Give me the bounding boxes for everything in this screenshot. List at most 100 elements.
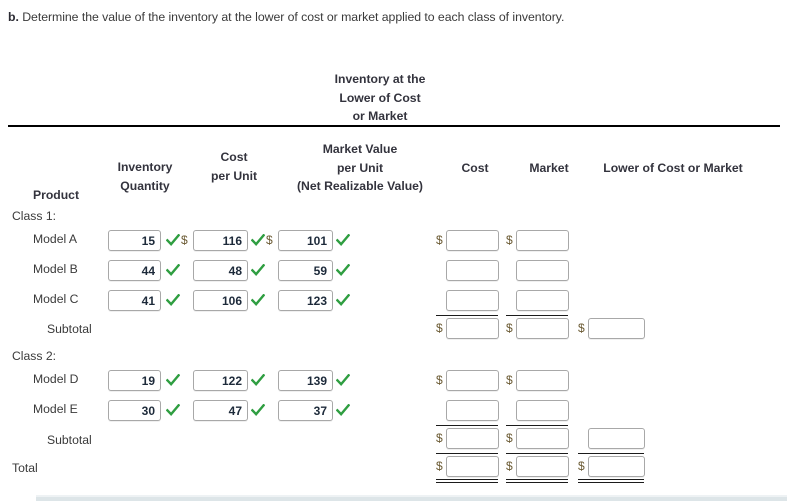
input-quantity-1[interactable] [108,260,161,281]
input-subtotal-cost-class1[interactable] [446,318,499,339]
column-header-cost-per-unit-line2: per Unit [210,168,258,183]
total-double-rule-bottom-2 [578,482,644,483]
input-subtotal-market-class2[interactable] [516,428,569,449]
dollar-sign-subtotal-lcm-class1: $ [578,321,585,335]
dollar-sign-subtotal-market-class1: $ [506,321,513,335]
dollar-sign-market-class2: $ [506,373,513,387]
dollar-sign-subtotal-market-class2: $ [506,431,513,445]
column-header-market-value-line1: Market Value [322,142,398,156]
input-market-2[interactable] [516,290,569,311]
column-header-inventory-quantity: Inventory Quantity [100,158,190,195]
input-market-value-4[interactable] [278,400,333,421]
input-total-cost[interactable] [446,456,499,477]
dollar-sign-total-lcm: $ [578,459,585,473]
row-label-subtotal-class-1: Subtotal [47,322,92,336]
total-double-rule-top-2 [578,479,644,480]
row-label-model-c: Model C [33,292,79,306]
total-double-rule-top-0 [436,479,498,480]
row-label-model-a: Model A [33,232,78,246]
input-cost-per-unit-2[interactable] [193,290,248,311]
input-market-4[interactable] [516,400,569,421]
check-icon-cost-per-unit-0 [251,230,266,251]
row-label-class-2: Class 2: [12,349,57,363]
dollar-sign-total-market: $ [506,459,513,473]
question-text: Determine the value of the inventory at … [22,10,565,24]
check-icon-market-value-0 [336,230,351,251]
row-label-model-d: Model D [33,372,79,386]
column-header-market-value-per-unit: Market Value per Unit (Net Realizable Va… [272,140,448,196]
input-quantity-2[interactable] [108,290,161,311]
total-double-rule-bottom-0 [436,482,498,483]
subtotal-rule-cost-class2 [436,425,498,426]
input-subtotal-lcm-class2[interactable] [588,428,645,449]
check-icon-quantity-1 [166,260,181,281]
input-subtotal-market-class1[interactable] [516,318,569,339]
column-header-market: Market [529,161,569,175]
input-quantity-4[interactable] [108,400,161,421]
input-cost-4[interactable] [446,400,499,421]
column-header-lower-of-cost-or-market: Lower of Cost or Market [603,161,743,175]
dollar-sign-market-value: $ [266,233,273,247]
row-label-model-b: Model B [33,262,78,276]
dollar-sign-subtotal-cost-class1: $ [436,321,443,335]
group-header: Inventory at the Lower of Cost or Market [300,70,460,126]
subtotal-rule-market-class2 [506,425,568,426]
check-icon-cost-per-unit-1 [251,260,266,281]
input-cost-per-unit-3[interactable] [193,370,248,391]
column-header-market-value-line2: per Unit [336,160,384,175]
input-subtotal-cost-class2[interactable] [446,428,499,449]
dollar-sign-cost-class1: $ [436,233,443,247]
input-cost-per-unit-4[interactable] [193,400,248,421]
check-icon-cost-per-unit-4 [251,400,266,421]
check-icon-quantity-2 [166,290,181,311]
group-header-line3: or Market [352,109,408,123]
dollar-sign-subtotal-cost-class2: $ [436,431,443,445]
input-market-value-1[interactable] [278,260,333,281]
input-market-3[interactable] [516,370,569,391]
input-subtotal-lcm-class1[interactable] [588,318,645,339]
header-divider-rule [8,125,780,127]
question-label: b. [8,10,19,24]
input-market-1[interactable] [516,260,569,281]
input-market-0[interactable] [516,230,569,251]
input-cost-1[interactable] [446,260,499,281]
input-market-value-0[interactable] [278,230,333,251]
input-quantity-0[interactable] [108,230,161,251]
input-cost-per-unit-1[interactable] [193,260,248,281]
check-icon-market-value-4 [336,400,351,421]
input-cost-0[interactable] [446,230,499,251]
dollar-sign-cost-per-unit: $ [181,233,188,247]
total-rule-market [506,453,568,454]
input-total-market[interactable] [516,456,569,477]
input-quantity-3[interactable] [108,370,161,391]
worksheet-page: b. Determine the value of the inventory … [0,0,787,503]
bottom-accent-bar [36,497,787,501]
row-label-subtotal-class-2: Subtotal [47,433,92,447]
total-double-rule-top-1 [506,479,568,480]
column-header-product: Product [32,188,80,202]
input-market-value-3[interactable] [278,370,333,391]
subtotal-rule-market-class1 [506,315,568,316]
subtotal-rule-cost-class1 [436,315,498,316]
input-cost-2[interactable] [446,290,499,311]
dollar-sign-total-cost: $ [436,459,443,473]
check-icon-market-value-1 [336,260,351,281]
input-market-value-2[interactable] [278,290,333,311]
input-cost-per-unit-0[interactable] [193,230,248,251]
question-prompt: b. Determine the value of the inventory … [8,10,564,24]
column-header-cost: Cost [461,161,489,175]
total-double-rule-bottom-1 [506,482,568,483]
column-header-cost-per-unit-line1: Cost [220,150,248,164]
column-header-market-value-line3: (Net Realizable Value) [297,179,423,193]
check-icon-market-value-3 [336,370,351,391]
check-icon-market-value-2 [336,290,351,311]
total-rule-lcm [578,453,644,454]
input-cost-3[interactable] [446,370,499,391]
check-icon-cost-per-unit-2 [251,290,266,311]
check-icon-cost-per-unit-3 [251,370,266,391]
check-icon-quantity-0 [166,230,181,251]
row-label-total: Total [12,461,38,475]
column-header-inventory-quantity-line2: Quantity [120,178,170,193]
check-icon-quantity-4 [166,400,181,421]
input-total-lcm[interactable] [588,456,645,477]
